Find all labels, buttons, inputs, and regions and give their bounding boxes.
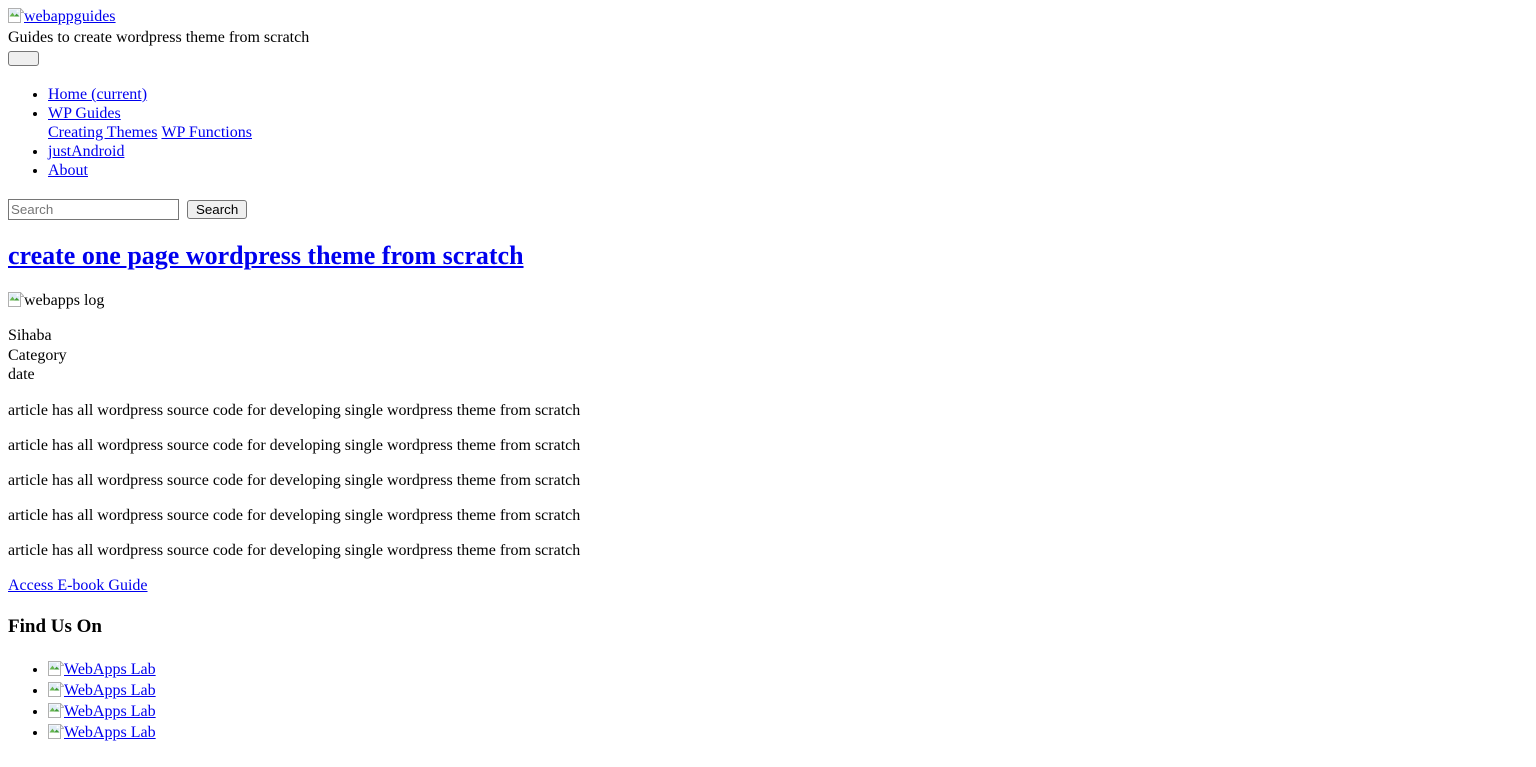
nav-dropdown-item-wp-functions: WP Functions <box>161 124 252 141</box>
post-paragraph: article has all wordpress source code fo… <box>8 401 581 419</box>
nav-link-creating-themes[interactable]: Creating Themes <box>48 124 157 141</box>
search-submit-button[interactable]: Search <box>187 200 248 219</box>
site-logo-link[interactable]: webappguides <box>8 8 116 25</box>
post-paragraph: article has all wordpress source code fo… <box>8 471 581 489</box>
social-link[interactable]: WebApps Lab <box>48 723 156 741</box>
post-category: Category <box>8 346 67 364</box>
broken-image-icon <box>48 681 64 698</box>
social-links-list: WebApps Lab WebApps Lab WebApps Lab WebA… <box>8 659 1528 743</box>
post-thumbnail: webapps log <box>8 292 1528 310</box>
nav-link-about[interactable]: About <box>48 162 88 179</box>
navbar-toggler-button[interactable] <box>8 51 39 66</box>
list-item: WebApps Lab <box>48 659 1528 680</box>
post-paragraph: article has all wordpress source code fo… <box>8 541 581 559</box>
navbar-toggler-row <box>8 51 1528 69</box>
social-link[interactable]: WebApps Lab <box>48 702 156 720</box>
ebook-link-wrapper: Access E-book Guide <box>8 576 1528 595</box>
nav-item-about: About <box>48 161 1528 180</box>
broken-image-icon <box>8 8 24 24</box>
nav-dropdown-wp-guides: Creating Themes WP Functions <box>48 123 1528 142</box>
social-link-alt-text: WebApps Lab <box>64 702 156 720</box>
list-item: WebApps Lab <box>48 722 1528 743</box>
nav-link-wp-guides[interactable]: WP Guides <box>48 105 121 122</box>
site-tagline: Guides to create wordpress theme from sc… <box>8 29 310 46</box>
site-branding: webappguides <box>8 8 1528 26</box>
nav-link-home-current-badge: (current) <box>91 86 148 103</box>
nav-link-home[interactable]: Home (current) <box>48 86 147 103</box>
post-author: Sihaba <box>8 327 52 344</box>
search-input[interactable] <box>8 199 179 220</box>
broken-image-icon <box>8 292 24 308</box>
post-thumbnail-alt-text: webapps log <box>24 292 105 309</box>
search-form: Search <box>8 196 1528 220</box>
social-link-alt-text: WebApps Lab <box>64 681 156 699</box>
list-item: WebApps Lab <box>48 701 1528 722</box>
post-paragraph: article has all wordpress source code fo… <box>8 506 581 524</box>
post-title-link[interactable]: create one page wordpress theme from scr… <box>8 241 524 270</box>
nav-item-justandroid: justAndroid <box>48 142 1528 161</box>
find-us-heading: Find Us On <box>8 615 102 637</box>
social-link-alt-text: WebApps Lab <box>64 723 156 741</box>
post-paragraph: article has all wordpress source code fo… <box>8 436 581 454</box>
broken-image-icon <box>48 702 64 719</box>
post-title: create one page wordpress theme from scr… <box>8 241 1528 271</box>
post-meta: Sihaba Category date <box>8 326 1528 385</box>
site-logo-alt-text: webappguides <box>24 8 116 25</box>
list-item: WebApps Lab <box>48 680 1528 701</box>
nav-item-home: Home (current) <box>48 85 1528 104</box>
social-link[interactable]: WebApps Lab <box>48 660 156 678</box>
social-link[interactable]: WebApps Lab <box>48 681 156 699</box>
nav-dropdown-item-creating-themes: Creating Themes <box>48 124 157 141</box>
broken-image-icon <box>48 660 64 677</box>
nav-item-wp-guides: WP Guides Creating Themes WP Functions <box>48 104 1528 142</box>
page-root: webappguides Guides to create wordpress … <box>0 0 1536 767</box>
nav-link-justandroid[interactable]: justAndroid <box>48 143 124 160</box>
social-link-alt-text: WebApps Lab <box>64 660 156 678</box>
post-date: date <box>8 366 35 383</box>
nav-link-home-label: Home <box>48 86 92 103</box>
nav-link-wp-functions[interactable]: WP Functions <box>161 124 252 141</box>
primary-navigation: Home (current) WP Guides Creating Themes… <box>8 85 1528 180</box>
broken-image-icon <box>48 723 64 740</box>
ebook-guide-link[interactable]: Access E-book Guide <box>8 577 148 594</box>
